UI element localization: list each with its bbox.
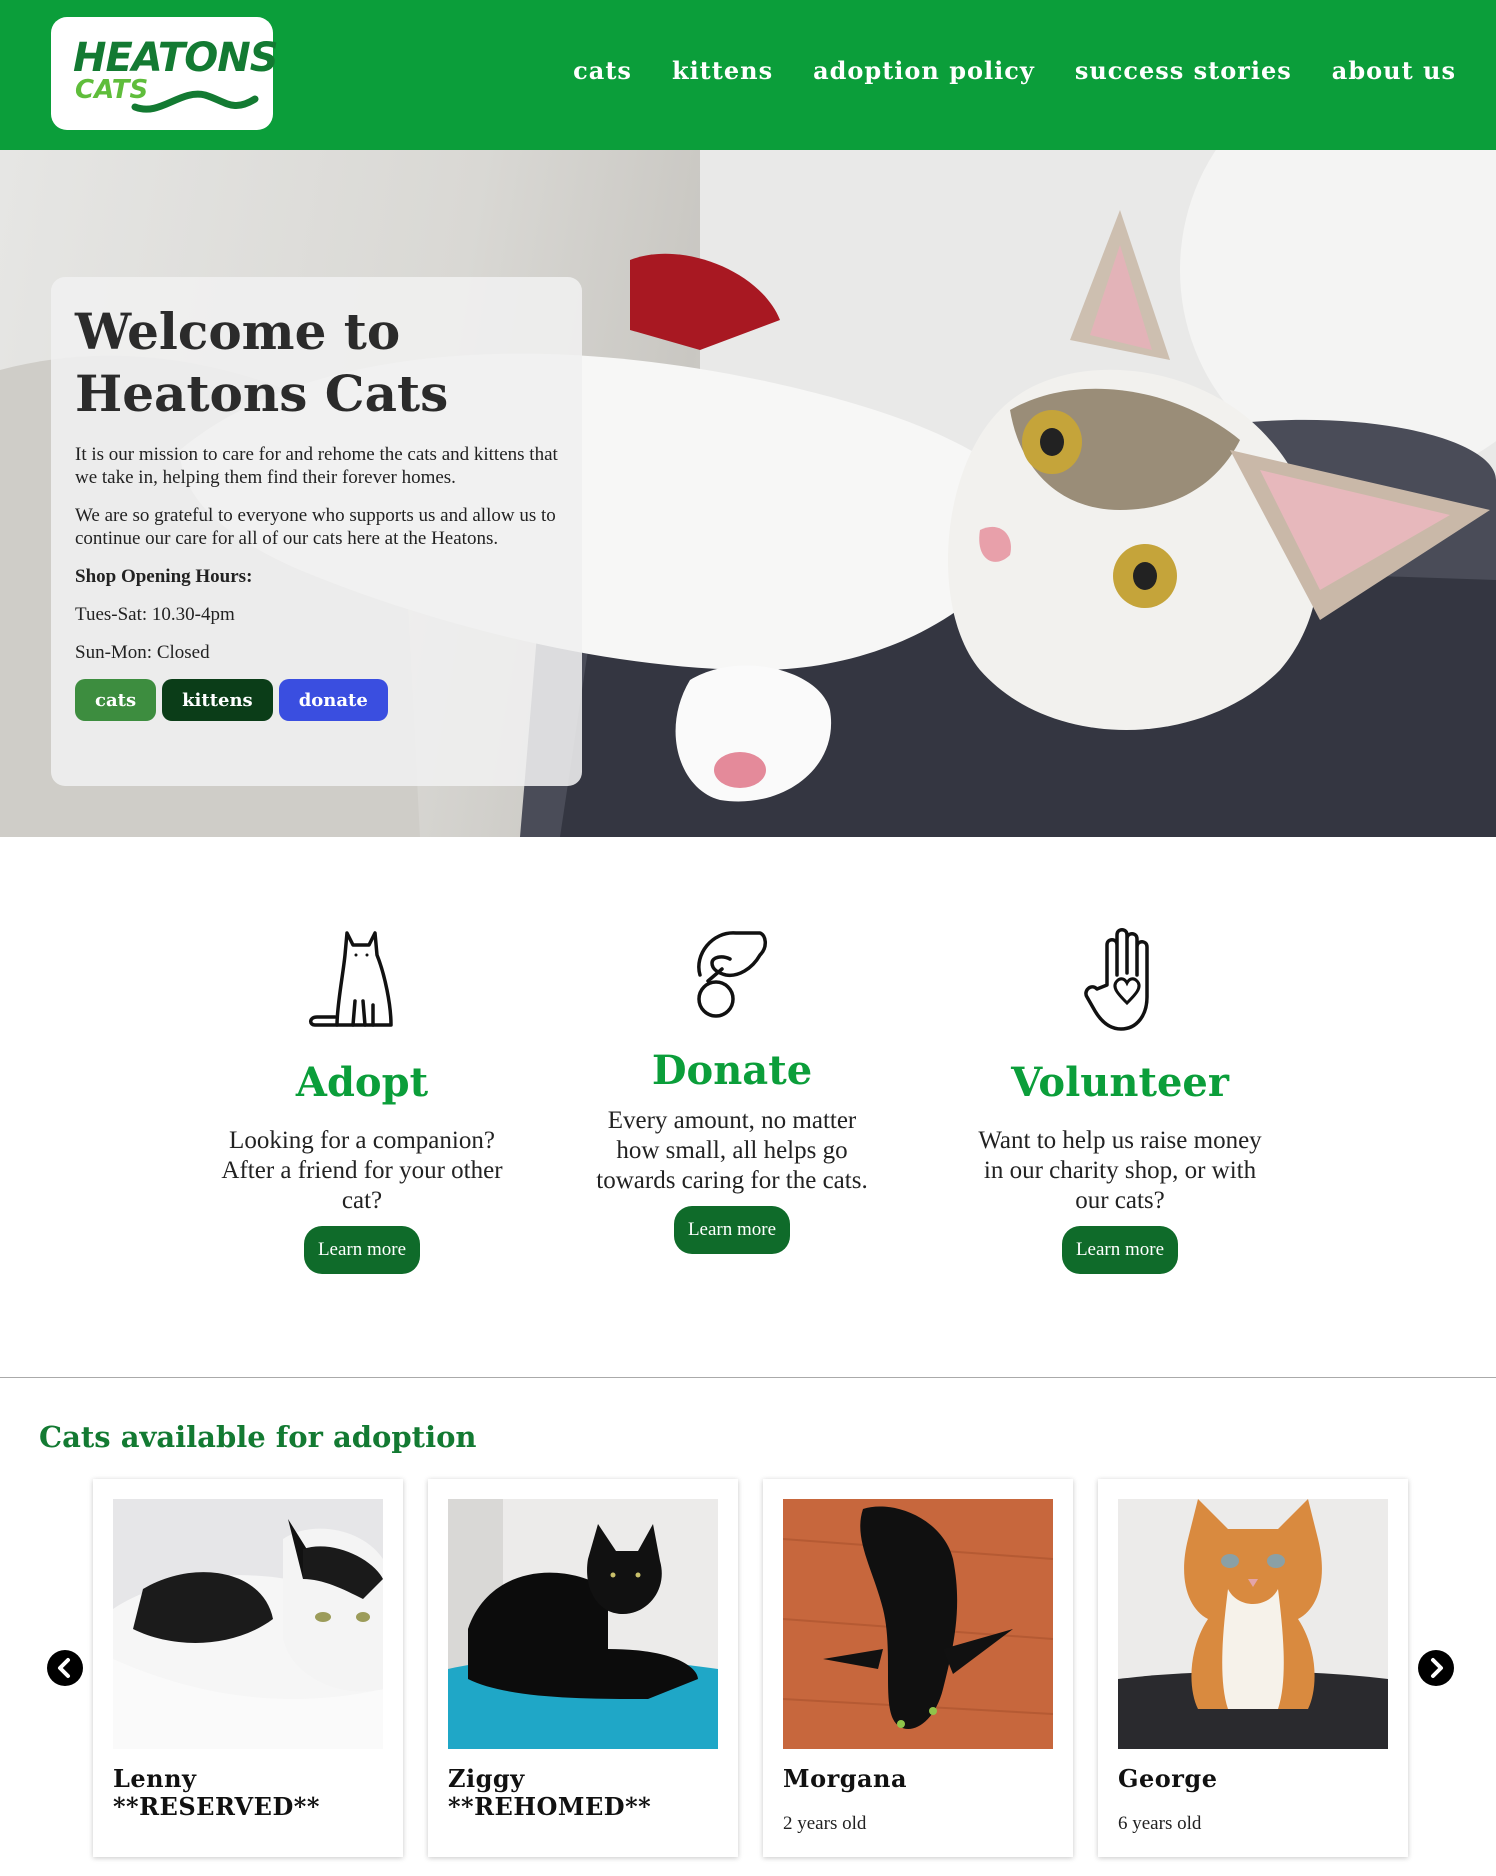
feature-volunteer: Volunteer Want to help us raise money in… [975, 925, 1265, 1274]
volunteer-title: Volunteer [1011, 1059, 1229, 1106]
logo-cat-swoosh-icon [131, 90, 259, 113]
main-nav: cats kittens adoption policy success sto… [573, 56, 1456, 85]
chevron-left-icon [58, 1658, 70, 1678]
hours-title: Shop Opening Hours: [75, 566, 253, 587]
cat-card-george[interactable]: George 6 years old [1098, 1479, 1408, 1857]
cat-photo-george [1118, 1499, 1388, 1749]
carousel-next-button[interactable] [1418, 1650, 1454, 1686]
feature-adopt: Adopt Looking for a companion? After a f… [217, 925, 507, 1274]
cat-name-ziggy: Ziggy **REHOMED** [448, 1764, 652, 1821]
volunteer-hand-heart-icon [1084, 928, 1149, 1031]
hero-donate-button[interactable]: donate [278, 679, 388, 721]
page-title: Welcome to Heatons Cats [75, 302, 449, 423]
carousel-prev-button[interactable] [47, 1650, 83, 1686]
mission-text: It is our mission to care for and rehome… [75, 444, 558, 488]
cat-name-morgana: Morgana [783, 1764, 908, 1793]
cat-card-ziggy[interactable]: Ziggy **REHOMED** [428, 1479, 738, 1857]
nav-success-stories[interactable]: success stories [1075, 56, 1292, 85]
adopt-text: Looking for a companion? After a friend … [221, 1127, 503, 1214]
hours-weekend: Sun-Mon: Closed [75, 642, 210, 663]
welcome-panel: Welcome to Heatons Cats It is our missio… [51, 277, 582, 786]
volunteer-text: Want to help us raise money in our chari… [978, 1127, 1262, 1214]
adoption-section-title: Cats available for adoption [39, 1420, 477, 1454]
cat-age-morgana: 2 years old [783, 1813, 867, 1834]
adopt-learn-more-button[interactable]: Learn more [303, 1226, 421, 1274]
donate-title: Donate [651, 1047, 813, 1094]
feature-donate: Donate Every amount, no matter how small… [587, 925, 877, 1254]
site-header: HEATONS CATS cats kittens adoption polic… [0, 0, 1496, 150]
nav-about-us[interactable]: about us [1332, 56, 1456, 85]
cat-name-lenny: Lenny **RESERVED** [113, 1764, 320, 1821]
cat-photo-morgana [783, 1499, 1053, 1749]
donate-learn-more-button[interactable]: Learn more [673, 1206, 791, 1254]
nav-adoption-policy[interactable]: adoption policy [813, 56, 1035, 85]
section-divider [0, 1377, 1496, 1378]
volunteer-learn-more-button[interactable]: Learn more [1061, 1226, 1179, 1274]
chevron-right-icon [1431, 1658, 1443, 1678]
donate-text: Every amount, no matter how small, all h… [596, 1107, 868, 1194]
nav-cats[interactable]: cats [573, 56, 632, 85]
adopt-title: Adopt [295, 1059, 429, 1106]
heatons-cats-logo[interactable]: HEATONS CATS [51, 17, 279, 130]
cat-age-george: 6 years old [1118, 1813, 1202, 1834]
cat-icon [309, 931, 393, 1027]
cat-card-lenny[interactable]: Lenny **RESERVED** [93, 1479, 403, 1857]
hero-section: Welcome to Heatons Cats It is our missio… [0, 150, 1496, 837]
cat-photo-ziggy [448, 1499, 718, 1749]
hero-cats-button[interactable]: cats [75, 679, 157, 721]
hero-buttons: cats kittens donate [75, 679, 558, 721]
cat-name-george: George [1118, 1764, 1218, 1793]
nav-kittens[interactable]: kittens [672, 56, 773, 85]
cat-photo-lenny [113, 1499, 383, 1749]
donate-hand-icon [697, 931, 767, 1018]
hero-kittens-button[interactable]: kittens [162, 679, 273, 721]
cat-card-morgana[interactable]: Morgana 2 years old [763, 1479, 1073, 1857]
thanks-text: We are so grateful to everyone who suppo… [75, 505, 556, 549]
hours-weekday: Tues-Sat: 10.30-4pm [75, 604, 235, 625]
